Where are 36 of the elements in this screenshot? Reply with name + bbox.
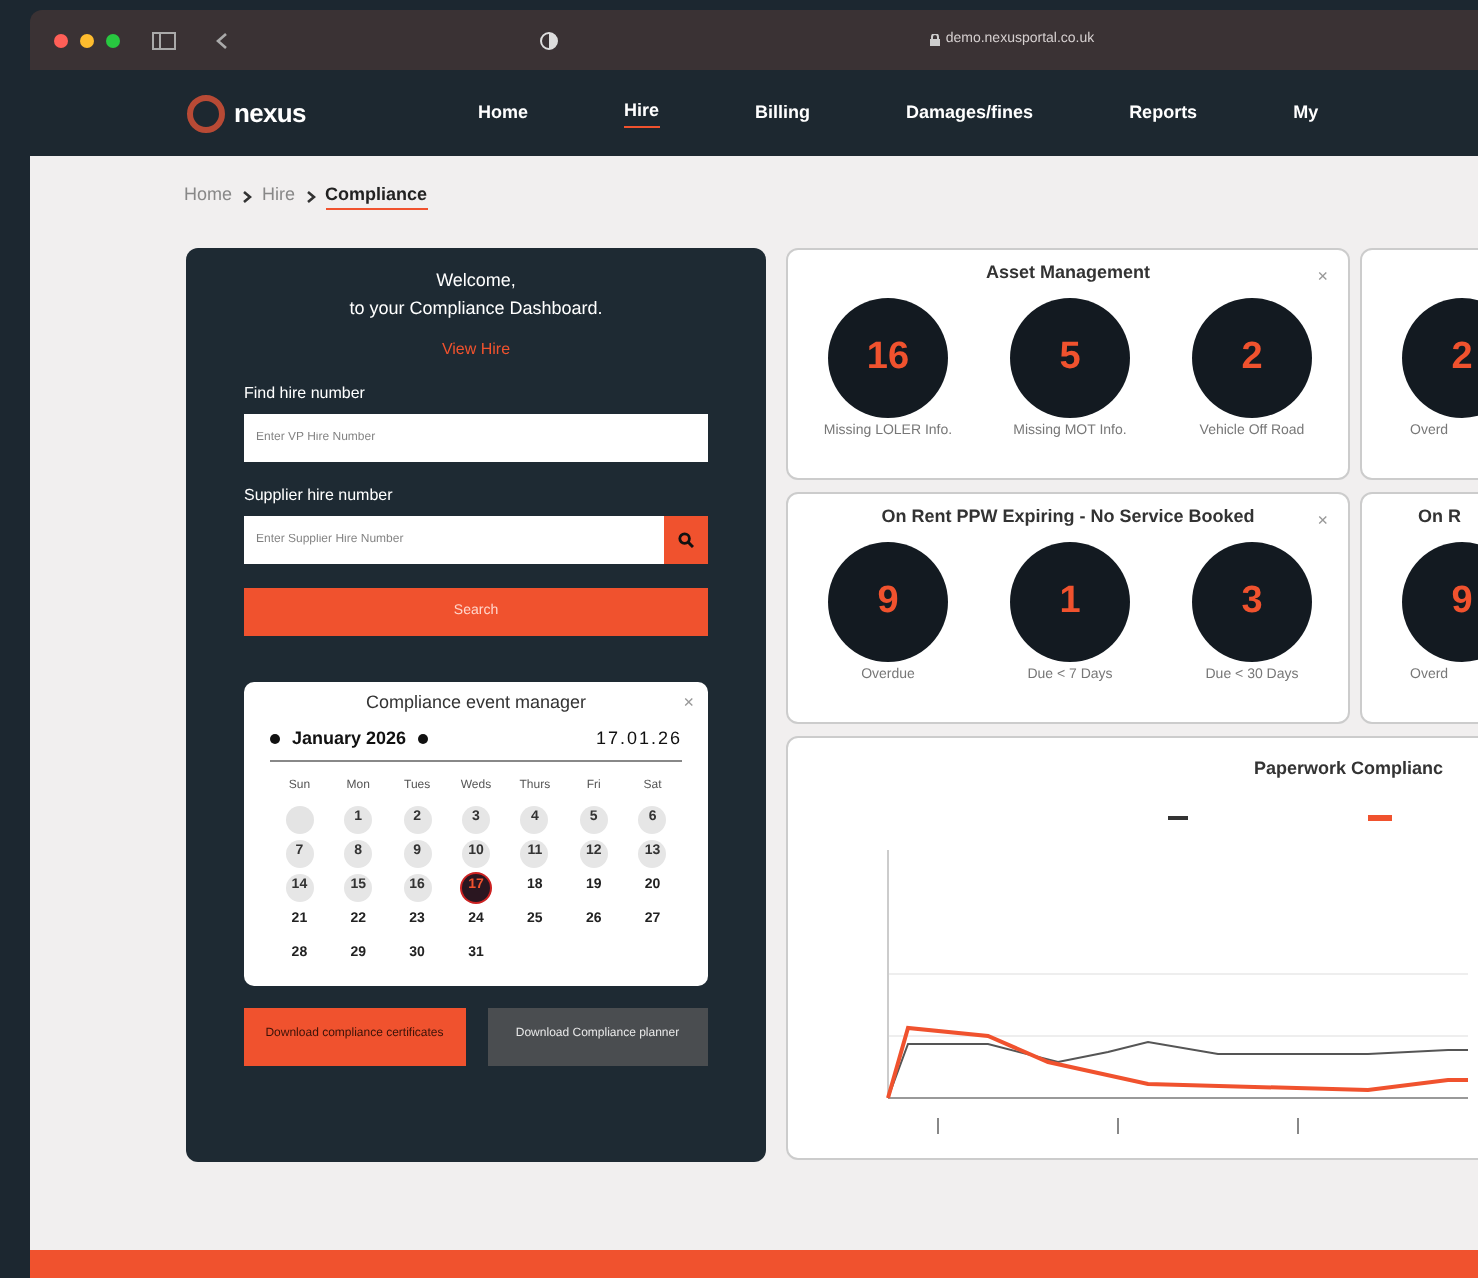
nav-link[interactable]: Damages/fines — [906, 99, 1034, 127]
axis-tick — [1297, 1117, 1299, 1135]
search-icon — [678, 532, 694, 548]
minimize-window-icon[interactable] — [80, 33, 94, 47]
calendar-title: Compliance event manager — [365, 690, 587, 717]
chevron-right-icon — [305, 189, 316, 203]
nav-link[interactable]: Billing — [755, 99, 811, 127]
lock-icon — [929, 34, 940, 46]
field-label: Find hire number — [244, 382, 367, 406]
logo-wordmark: nexus — [234, 95, 306, 132]
chart-title: Paperwork Complianc — [1254, 756, 1444, 782]
nav-link[interactable]: My — [1293, 99, 1319, 127]
nav-link[interactable]: Hire — [624, 97, 660, 129]
view-hire-link[interactable]: View Hire — [441, 338, 511, 362]
field-label: Supplier hire number — [244, 484, 395, 508]
previous-month-icon[interactable] — [270, 734, 280, 745]
search-button[interactable] — [664, 516, 708, 564]
sidebar-icon[interactable] — [152, 31, 176, 49]
logo-ring-icon — [186, 93, 226, 133]
nav-link[interactable]: Home — [478, 99, 529, 127]
card-title: On R — [1418, 504, 1461, 531]
card-title: Asset Management — [985, 260, 1151, 287]
welcome-heading: Welcome, — [436, 268, 516, 294]
nav-link[interactable]: Reports — [1129, 99, 1198, 127]
maximize-window-icon[interactable] — [106, 33, 120, 47]
legend-swatch — [1368, 815, 1392, 821]
welcome-subtitle: to your Compliance Dashboard. — [349, 295, 603, 322]
close-window-icon[interactable] — [54, 33, 68, 47]
breadcrumb-link[interactable]: Compliance — [325, 181, 428, 211]
axis-tick — [1117, 1117, 1119, 1135]
month-label: January 2026 — [292, 726, 407, 752]
chevron-right-icon — [242, 189, 253, 203]
selected-date: 17.01.26 — [595, 726, 682, 752]
axis-tick — [937, 1117, 939, 1135]
next-month-icon[interactable] — [418, 734, 429, 745]
card-title: On Rent PPW Expiring - No Service Booked — [881, 504, 1255, 531]
